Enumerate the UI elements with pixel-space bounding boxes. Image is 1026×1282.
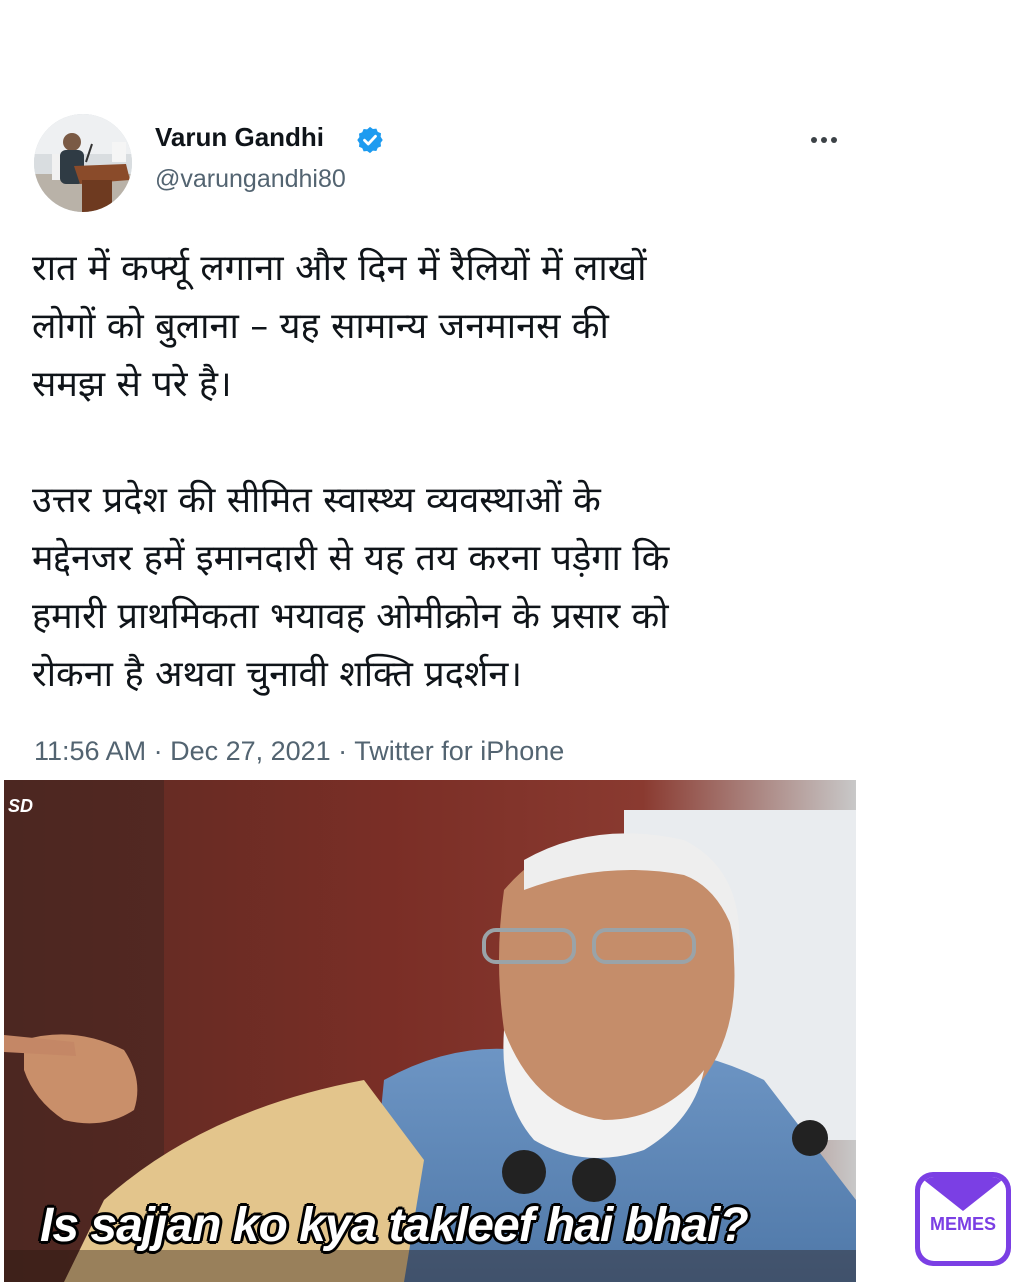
tweet-line: समझ से परे है। [32, 364, 232, 405]
tweet-line: रात में कर्फ्यू लगाना और दिन में रैलियों… [32, 248, 647, 289]
tweet-text: रात में कर्फ्यू लगाना और दिन में रैलियों… [32, 240, 852, 704]
tweet-line: लोगों को बुलाना – यह सामान्य जनमानस की [32, 306, 609, 347]
tweet-card: Varun Gandhi @varungandhi80 रात में कर्फ… [0, 0, 860, 780]
tweet-line: हमारी प्राथमिकता भयावह ओमीक्रोन के प्रसा… [32, 596, 669, 637]
avatar[interactable] [34, 114, 132, 212]
memes-logo-text: MEMES [929, 1214, 996, 1234]
memes-logo[interactable]: MEMES [915, 1172, 1011, 1266]
tweet-line: मद्देनजर हमें इमानदारी से यह तय करना पड़… [32, 538, 670, 579]
tweet-line: रोकना है अथवा चुनावी शक्ति प्रदर्शन। [32, 654, 523, 695]
handle[interactable]: @varungandhi80 [155, 165, 346, 194]
more-dots-glyph [811, 137, 837, 143]
meme-watermark: SD [8, 796, 34, 816]
meme-caption: Is sajjan ko kya takleef hai bhai? [40, 1199, 749, 1252]
display-name[interactable]: Varun Gandhi [155, 122, 324, 153]
tweet-line: उत्तर प्रदेश की सीमित स्वास्थ्य व्यवस्था… [32, 480, 601, 521]
avatar-photo [34, 114, 132, 212]
more-horizontal-icon[interactable] [806, 126, 842, 154]
tweet-timestamp[interactable]: 11:56 AM · Dec 27, 2021 · Twitter for iP… [34, 736, 564, 767]
verified-badge-icon [357, 126, 383, 154]
